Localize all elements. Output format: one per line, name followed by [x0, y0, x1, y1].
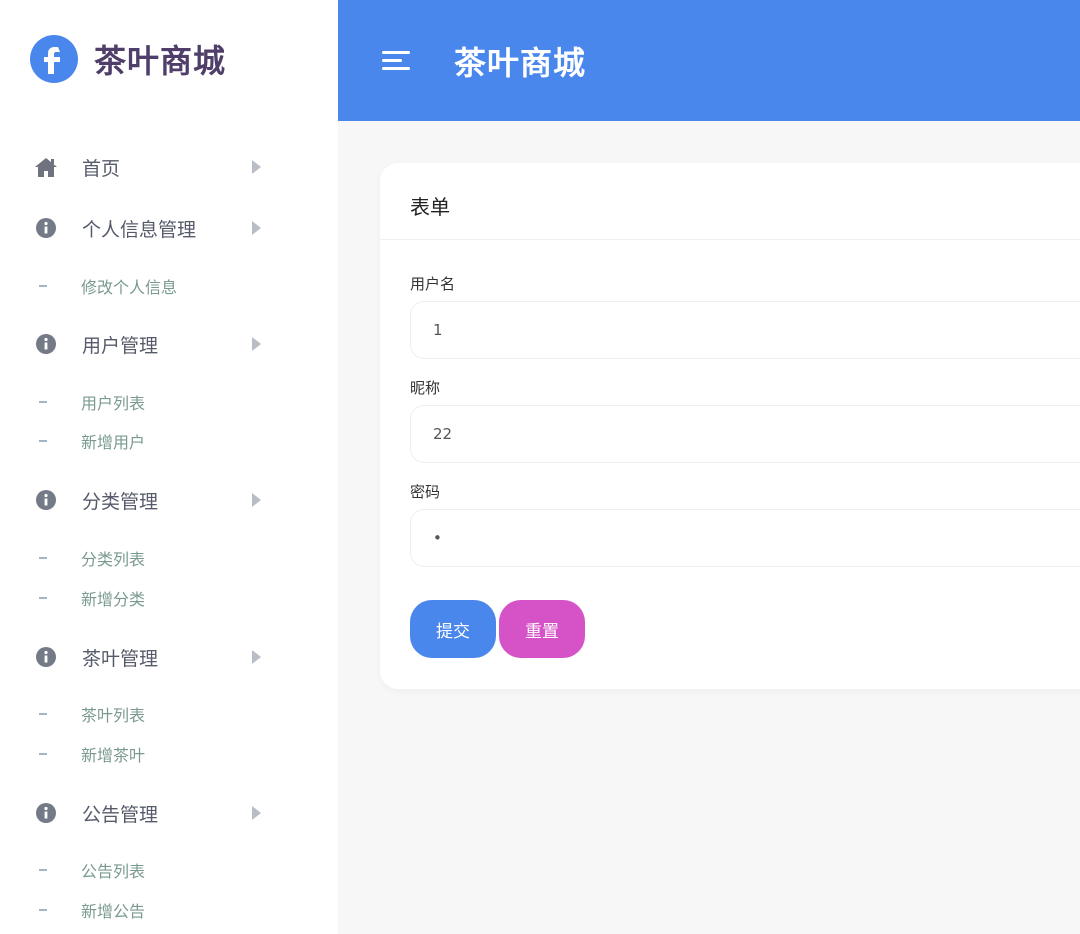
- dash-icon: [39, 557, 47, 559]
- sidebar-item-label: 茶叶管理: [82, 647, 159, 670]
- dash-icon: [39, 597, 47, 599]
- submenu-item-category-list[interactable]: 分类列表: [0, 542, 338, 574]
- chevron-right-icon: [252, 160, 261, 174]
- sidebar-item-label: 首页: [82, 157, 121, 180]
- dash-icon: [39, 401, 47, 403]
- dash-icon: [39, 713, 47, 715]
- info-icon: [34, 332, 58, 356]
- sidebar-item-categories[interactable]: 分类管理: [0, 480, 338, 520]
- info-icon: [34, 216, 58, 240]
- chevron-right-icon: [252, 806, 261, 820]
- username-label: 用户名: [410, 275, 456, 293]
- menu-toggle-icon[interactable]: [382, 46, 412, 76]
- submenu-item-label: 公告列表: [81, 862, 146, 881]
- username-input[interactable]: 1: [410, 301, 1080, 359]
- info-icon: [34, 645, 58, 669]
- divider: [380, 239, 1080, 240]
- logo-icon: [30, 35, 78, 83]
- dash-icon: [39, 909, 47, 911]
- submenu-item-label: 新增分类: [81, 590, 146, 609]
- submenu-item-add-category[interactable]: 新增分类: [0, 582, 338, 614]
- reset-button[interactable]: 重置: [499, 600, 585, 658]
- sidebar-item-label: 分类管理: [82, 490, 159, 513]
- dash-icon: [39, 285, 47, 287]
- chevron-right-icon: [252, 493, 261, 507]
- chevron-right-icon: [252, 221, 261, 235]
- submenu-item-label: 分类列表: [81, 550, 146, 569]
- submenu-item-add-tea[interactable]: 新增茶叶: [0, 738, 338, 770]
- password-input[interactable]: •: [410, 509, 1080, 567]
- sidebar: 茶叶商城 首页 个人信息管理 修改个人信息 用户管理 用户列表 新增用户 分类管…: [0, 0, 338, 934]
- info-icon: [34, 488, 58, 512]
- submenu-item-label: 新增用户: [81, 433, 146, 452]
- info-icon: [34, 801, 58, 825]
- nickname-input[interactable]: 22: [410, 405, 1080, 463]
- dash-icon: [39, 869, 47, 871]
- submenu-item-label: 新增茶叶: [81, 746, 146, 765]
- nickname-label: 昵称: [410, 379, 441, 397]
- app-title: 茶叶商城: [94, 42, 227, 80]
- sidebar-item-users[interactable]: 用户管理: [0, 324, 338, 364]
- submenu-item-user-list[interactable]: 用户列表: [0, 386, 338, 418]
- submenu-item-add-notice[interactable]: 新增公告: [0, 894, 338, 926]
- submenu-item-tea-list[interactable]: 茶叶列表: [0, 698, 338, 730]
- home-icon: [34, 155, 58, 179]
- dash-icon: [39, 753, 47, 755]
- header-title: 茶叶商城: [454, 44, 587, 82]
- sidebar-item-tea[interactable]: 茶叶管理: [0, 637, 338, 677]
- form-card: 表单 用户名 1 昵称 22 密码 • 提交 重置: [380, 163, 1080, 689]
- password-label: 密码: [410, 483, 441, 501]
- top-header: 茶叶商城: [338, 0, 1080, 121]
- chevron-right-icon: [252, 337, 261, 351]
- sidebar-item-label: 用户管理: [82, 334, 159, 357]
- dash-icon: [39, 440, 47, 442]
- sidebar-item-home[interactable]: 首页: [0, 147, 338, 187]
- brand[interactable]: 茶叶商城: [30, 34, 226, 84]
- chevron-right-icon: [252, 650, 261, 664]
- sidebar-item-profile[interactable]: 个人信息管理: [0, 208, 338, 248]
- form-title: 表单: [410, 195, 450, 219]
- sidebar-item-label: 个人信息管理: [82, 218, 197, 241]
- submenu-item-label: 修改个人信息: [81, 278, 178, 297]
- sidebar-item-label: 公告管理: [82, 803, 159, 826]
- submenu-item-label: 用户列表: [81, 394, 146, 413]
- submit-button[interactable]: 提交: [410, 600, 496, 658]
- submenu-item-label: 茶叶列表: [81, 706, 146, 725]
- submenu-item-label: 新增公告: [81, 902, 146, 921]
- sidebar-item-notices[interactable]: 公告管理: [0, 793, 338, 833]
- submenu-item-add-user[interactable]: 新增用户: [0, 425, 338, 457]
- submenu-item-notice-list[interactable]: 公告列表: [0, 854, 338, 886]
- submenu-item-edit-profile[interactable]: 修改个人信息: [0, 270, 338, 302]
